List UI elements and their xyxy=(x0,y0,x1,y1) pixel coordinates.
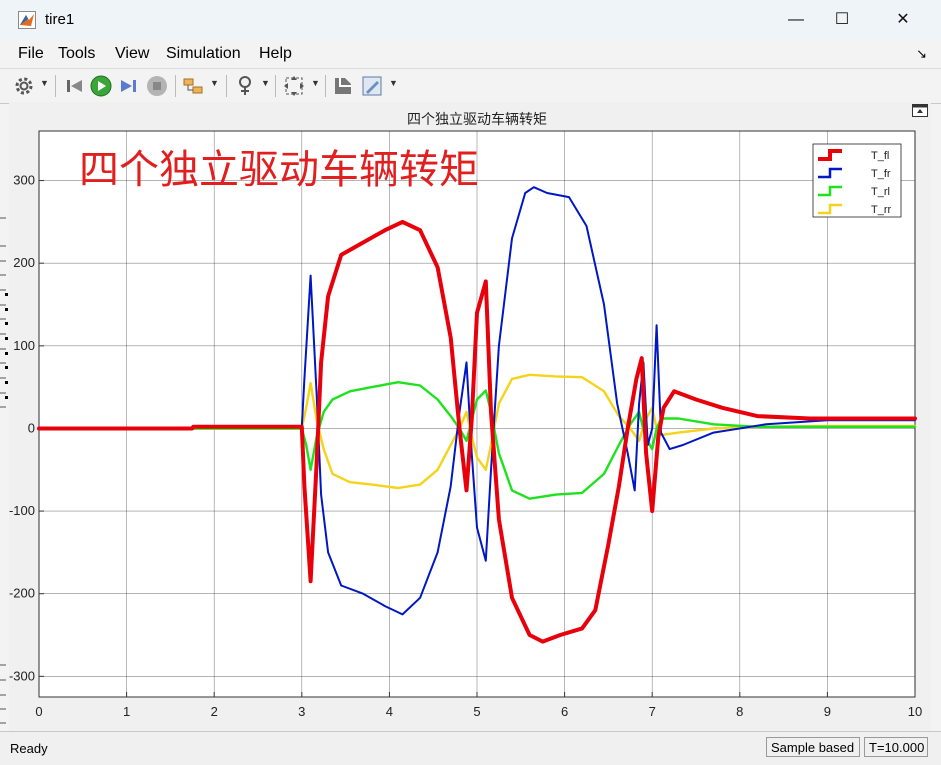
simulation-time-status: T=10.000 xyxy=(864,737,928,757)
menu-bar: File Tools View Simulation Help ↘ xyxy=(0,40,941,68)
y-tick-label: -200 xyxy=(9,586,35,601)
x-tick-label: 9 xyxy=(824,704,831,719)
menu-simulation[interactable]: Simulation xyxy=(166,45,241,63)
step-back-icon[interactable] xyxy=(63,74,87,98)
toolbar-separator xyxy=(275,75,276,97)
x-tick-label: 6 xyxy=(561,704,568,719)
y-tick-label: 200 xyxy=(13,255,35,270)
left-edge-strip xyxy=(0,217,8,724)
highlight-icon[interactable] xyxy=(331,74,355,98)
legend-label: T_rr xyxy=(871,204,892,216)
x-tick-label: 8 xyxy=(736,704,743,719)
zoom-fit-icon[interactable] xyxy=(282,74,306,98)
legend: T_fl T_fr T_rl T_rr xyxy=(812,143,902,218)
triggers-icon[interactable] xyxy=(233,74,257,98)
y-tick-label: 300 xyxy=(13,173,35,188)
step-forward-icon[interactable] xyxy=(116,74,140,98)
menu-tools[interactable]: Tools xyxy=(58,45,95,63)
chart-annotation: 四个独立驱动车辆转矩 xyxy=(79,147,479,193)
settings-dropdown-icon[interactable]: ▼ xyxy=(40,78,49,88)
menu-help[interactable]: Help xyxy=(259,45,292,63)
x-tick-label: 5 xyxy=(473,704,480,719)
x-tick-label: 1 xyxy=(123,704,130,719)
menu-view[interactable]: View xyxy=(115,45,149,63)
undock-icon[interactable] xyxy=(912,104,928,117)
edit-dropdown-icon[interactable]: ▼ xyxy=(389,78,398,88)
legend-label: T_fr xyxy=(871,168,891,180)
simulink-app-icon xyxy=(18,11,36,29)
minimize-button[interactable]: — xyxy=(773,0,819,40)
toolbar-separator xyxy=(325,75,326,97)
x-tick-label: 7 xyxy=(649,704,656,719)
y-tick-label: -100 xyxy=(9,503,35,518)
legend-label: T_fl xyxy=(871,150,889,162)
scope-panel: 0 1 2 3 4 5 6 7 8 9 10 300 200 100 0 -100 -200 -300 四个独立驱动… xyxy=(9,102,931,731)
edit-icon[interactable] xyxy=(360,74,384,98)
sample-mode-status: Sample based xyxy=(766,737,860,757)
y-tick-label: 0 xyxy=(28,420,35,435)
window-title: tire1 xyxy=(45,11,75,28)
legend-label: T_rl xyxy=(871,186,890,198)
toolbar-separator xyxy=(226,75,227,97)
chart-title: 四个独立驱动车辆转矩 xyxy=(407,111,547,128)
status-ready: Ready xyxy=(10,741,48,756)
stop-icon[interactable] xyxy=(145,74,169,98)
close-button[interactable]: ✕ xyxy=(880,0,926,40)
scope-chart: 0 1 2 3 4 5 6 7 8 9 10 300 200 100 0 -100 -200 -300 四个独立驱动… xyxy=(9,111,922,719)
settings-icon[interactable] xyxy=(12,74,36,98)
triggers-dropdown-icon[interactable]: ▼ xyxy=(261,78,270,88)
zoom-dropdown-icon[interactable]: ▼ xyxy=(311,78,320,88)
x-tick-label: 0 xyxy=(35,704,42,719)
x-tick-label: 10 xyxy=(908,704,922,719)
signal-select-icon[interactable] xyxy=(181,74,205,98)
y-tick-label: -300 xyxy=(9,668,35,683)
y-tick-label: 100 xyxy=(13,338,35,353)
dock-arrow-icon[interactable]: ↘ xyxy=(916,46,927,62)
title-bar: tire1 — ☐ ✕ xyxy=(0,0,941,40)
menu-file[interactable]: File xyxy=(18,45,44,63)
signal-select-dropdown-icon[interactable]: ▼ xyxy=(210,78,219,88)
x-tick-label: 3 xyxy=(298,704,305,719)
maximize-button[interactable]: ☐ xyxy=(819,0,865,40)
toolbar: ▼ ▼ ▼ ▼ ▼ xyxy=(0,68,941,104)
toolbar-separator xyxy=(175,75,176,97)
run-icon[interactable] xyxy=(89,74,113,98)
x-tick-label: 2 xyxy=(211,704,218,719)
toolbar-separator xyxy=(55,75,56,97)
status-bar: Ready Sample based T=10.000 xyxy=(0,731,941,765)
x-tick-label: 4 xyxy=(386,704,393,719)
